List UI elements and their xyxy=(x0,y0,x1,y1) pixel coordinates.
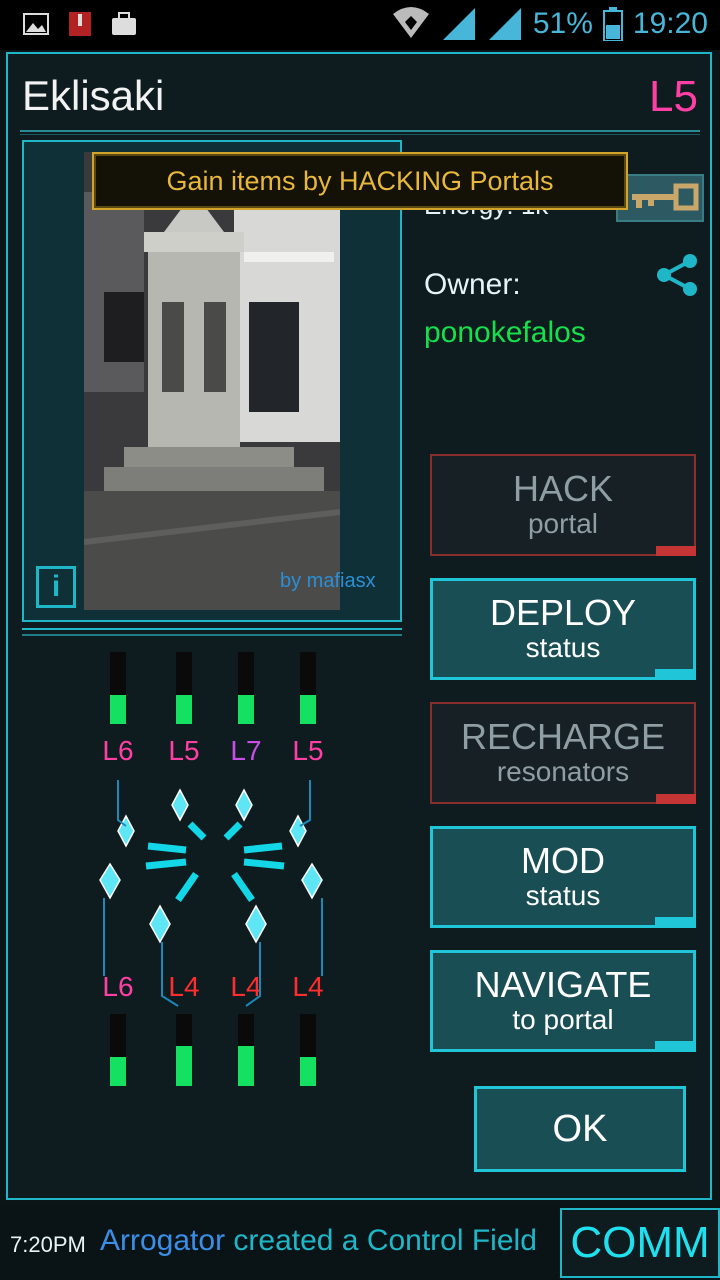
top-resonator-level: L6 xyxy=(102,735,134,766)
divider xyxy=(20,134,700,135)
deploy-subtitle: status xyxy=(525,632,601,663)
status-bar: 51% 19:20 xyxy=(0,0,720,50)
top-resonator-level: L5 xyxy=(168,735,200,766)
top-resonator-level: L7 xyxy=(230,735,262,766)
button-corner xyxy=(655,1041,695,1051)
comm-message-text: created a Control Field xyxy=(225,1224,537,1257)
top-resonator-bar xyxy=(110,652,126,724)
button-corner xyxy=(655,917,695,927)
owner-label: Owner: xyxy=(424,268,521,301)
wifi-icon xyxy=(392,7,429,38)
hint-tooltip: Gain items by HACKING Portals xyxy=(92,152,628,210)
battery-percent: 51% xyxy=(532,7,593,40)
recharge-subtitle: resonators xyxy=(496,756,630,787)
key-icon xyxy=(632,183,699,211)
signal-icon xyxy=(488,8,521,40)
image-icon xyxy=(23,13,49,35)
button-corner xyxy=(656,546,696,556)
divider xyxy=(20,130,700,132)
button-corner xyxy=(655,669,695,679)
mod-title: MOD xyxy=(521,840,605,881)
recharge-button[interactable]: RECHARGE resonators xyxy=(430,702,696,804)
hack-button[interactable]: HACK portal xyxy=(430,454,696,556)
signal-icon xyxy=(442,8,475,40)
top-resonator-bar xyxy=(238,652,254,724)
archive-icon xyxy=(69,12,91,36)
hack-title: HACK xyxy=(512,468,614,509)
top-resonator-bar xyxy=(176,652,192,724)
portal-title: Eklisaki xyxy=(22,72,165,119)
share-icon[interactable] xyxy=(654,252,700,298)
deploy-title: DEPLOY xyxy=(489,592,637,633)
button-corner xyxy=(656,794,696,804)
comm-message: Arrogator created a Control Field xyxy=(100,1224,537,1258)
hack-subtitle: portal xyxy=(527,508,599,539)
divider xyxy=(22,628,402,630)
resonator-charge-fill xyxy=(238,1046,254,1086)
info-button[interactable]: i xyxy=(36,566,76,608)
info-icon: i xyxy=(51,570,61,603)
portal-level: L5 xyxy=(649,72,698,121)
resonator-charge-fill xyxy=(176,1046,192,1086)
comm-timestamp: 7:20PM xyxy=(10,1232,86,1257)
resonator-charge-fill xyxy=(300,1057,316,1086)
battery-icon xyxy=(602,7,623,41)
portal-photo[interactable] xyxy=(84,152,340,610)
top-resonator-level: L5 xyxy=(292,735,324,766)
portal-core-icon xyxy=(99,780,323,1007)
mod-button[interactable]: MOD status xyxy=(430,826,696,928)
mod-subtitle: status xyxy=(525,880,601,911)
briefcase-icon xyxy=(112,12,136,35)
navigate-title: NAVIGATE xyxy=(474,964,652,1005)
resonator-charge-fill xyxy=(110,695,126,724)
resonator-charge-fill xyxy=(300,695,316,724)
photo-credit: by mafiasx xyxy=(280,570,376,592)
deploy-button[interactable]: DEPLOY status xyxy=(430,578,696,680)
owner-name[interactable]: ponokefalos xyxy=(424,316,586,350)
divider xyxy=(22,634,402,636)
recharge-title: RECHARGE xyxy=(460,716,666,757)
clock: 19:20 xyxy=(632,7,708,40)
ok-button[interactable]: OK xyxy=(474,1086,686,1172)
comm-button[interactable]: COMM xyxy=(560,1208,720,1278)
resonator-charge-fill xyxy=(110,1057,126,1086)
resonator-charge-fill xyxy=(176,695,192,724)
key-button[interactable] xyxy=(616,174,704,222)
resonator-charge-fill xyxy=(238,695,254,724)
navigate-subtitle: to portal xyxy=(512,1004,614,1035)
top-resonator-bar xyxy=(300,652,316,724)
navigate-button[interactable]: NAVIGATE to portal xyxy=(430,950,696,1052)
comm-agent-name[interactable]: Arrogator xyxy=(100,1224,225,1257)
